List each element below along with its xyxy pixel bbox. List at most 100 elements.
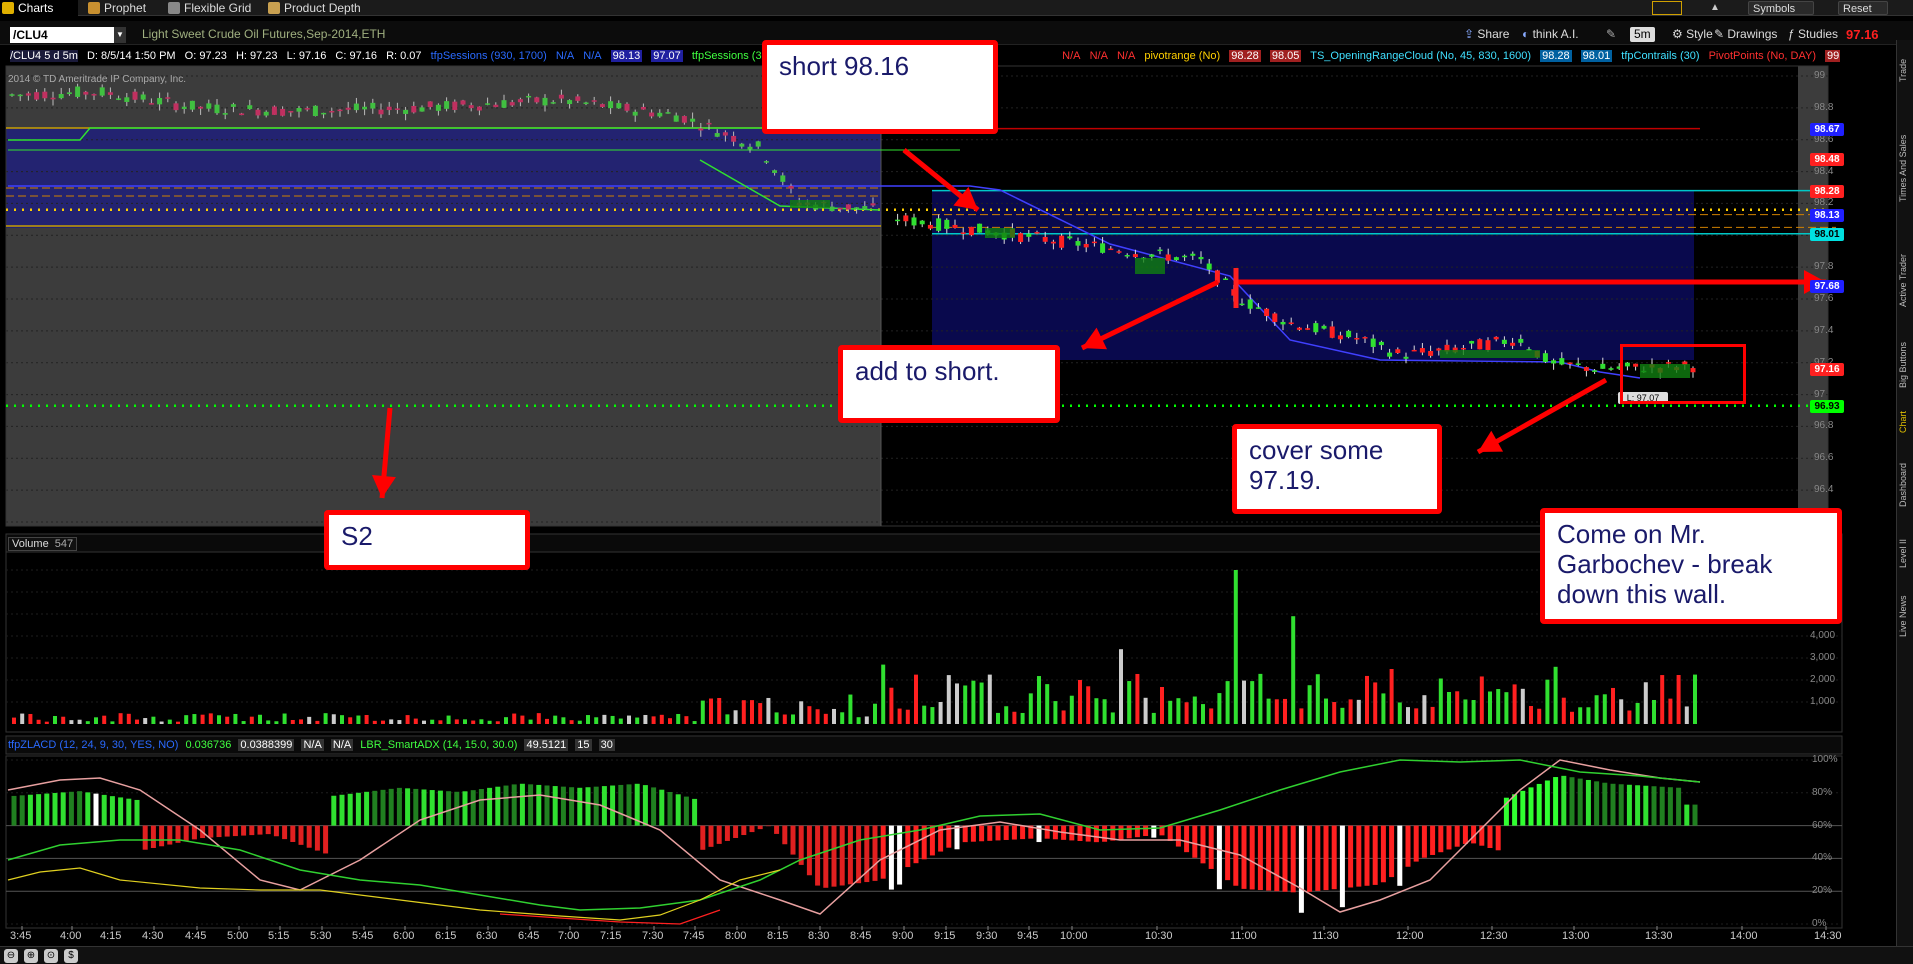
time-axis-label: 14:00 [1730,930,1758,942]
time-axis-label: 3:45 [10,930,32,942]
hist-bar-negative [232,825,238,837]
volume-bar [1611,687,1615,724]
hist-bar-negative [815,825,821,886]
dollar-icon[interactable]: $ [64,949,78,963]
volume-bar [389,719,394,724]
hist-bar-positive [1553,777,1559,826]
annotation-short: short 98.16 [762,40,998,134]
sidetab-level-ii[interactable]: Level II [1898,528,1913,578]
price-axis-label: 96.8 [1814,420,1834,432]
candle-body [837,207,843,210]
candle-body [911,217,917,226]
volume-bar [1619,699,1624,724]
volume-bar [873,703,877,724]
volume-bar [1061,710,1066,724]
zoom-out-icon[interactable]: ⊖ [4,949,18,963]
candle-body [173,103,179,111]
volume-bar [413,718,418,724]
volume-bar [94,717,98,724]
hist-bar-negative [716,825,722,844]
zoom-fit-icon[interactable]: ⊙ [44,949,58,963]
candle-body [75,86,81,97]
indicator-axis-label: 40% [1812,852,1833,864]
time-axis-label: 14:30 [1814,930,1842,942]
time-axis-label: 8:15 [767,930,789,942]
volume-bar [1340,707,1345,724]
volume-bar [700,700,705,724]
thinkorswim-window: Charts Prophet Flexible Grid Product Dep… [0,0,1913,964]
hist-bar-positive [19,795,25,826]
candle-body [722,132,728,136]
hist-bar-negative [995,825,1001,841]
volume-bar [1192,696,1197,724]
volume-bar [1652,699,1656,724]
hist-bar-positive [1528,787,1534,826]
candle-body [1362,337,1368,339]
time-axis-label: 12:30 [1480,930,1508,942]
volume-bar [102,715,107,724]
candle-body [575,96,581,101]
volume-bar [1307,685,1312,724]
candle-body [526,95,532,98]
volume-bar [856,717,861,724]
indicator-axis-label: 100% [1812,754,1838,765]
volume-bar [1233,570,1238,724]
volume-bar [12,717,16,724]
volume-bar [823,713,828,724]
candle-body [321,112,327,115]
hist-bar-negative [183,825,189,842]
sidetab-dashboard[interactable]: Dashboard [1898,450,1913,520]
chart-canvas[interactable] [0,0,1913,964]
sidetab-times-and-sales[interactable]: Times And Sales [1898,108,1913,228]
candle-body [206,103,212,109]
candle-body [304,108,310,110]
volume-axis-label: 1,000 [1810,696,1836,707]
hist-bar-negative [1315,825,1321,891]
hist-bar-negative [1298,825,1304,913]
volume-bar [1069,695,1074,724]
volume-bar [782,714,787,724]
hist-bar-negative [708,825,714,847]
sidetab-active-trader[interactable]: Active Trader [1898,240,1913,320]
hist-bar-negative [314,825,320,851]
candle-body [927,224,933,229]
candle-body [772,170,778,173]
sidetab-chart[interactable]: Chart [1898,404,1913,440]
volume-bar [1570,711,1574,724]
hist-bar-negative [1413,825,1419,862]
candle-body [312,105,318,117]
candle-body [698,128,704,131]
volume-bar [1283,698,1287,724]
hist-bar-negative [962,825,968,843]
volume-bar [1430,706,1435,724]
sidetab-trade[interactable]: Trade [1898,50,1913,90]
time-axis-label: 13:00 [1562,930,1590,942]
hist-bar-negative [224,825,230,837]
volume-bar [61,716,66,724]
volume-bar [1668,698,1673,724]
candle-body [977,223,983,233]
volume-bar [372,720,377,724]
hist-bar-negative [1249,825,1255,890]
sidetab-big-buttons[interactable]: Big Buttons [1898,330,1913,400]
hist-bar-positive [405,788,411,826]
candle-body [1518,338,1524,343]
time-axis-label: 8:30 [808,930,830,942]
candle-body [1108,248,1114,251]
candle-body [353,103,359,111]
volume-bar [1045,684,1050,724]
candle-body [222,113,228,115]
volume-bar [651,716,656,724]
volume-bar [1693,674,1697,724]
hist-bar-positive [1659,786,1665,826]
candle-body [296,107,302,112]
candle-body [1026,233,1032,237]
candle-body [378,109,384,115]
zoom-in-icon[interactable]: ⊕ [24,949,38,963]
volume-bar [758,703,763,724]
hist-bar-positive [364,791,370,826]
sidetab-live-news[interactable]: Live News [1898,586,1913,646]
hist-bar-positive [692,798,698,826]
volume-bar [1348,699,1353,724]
candle-body [337,109,343,112]
